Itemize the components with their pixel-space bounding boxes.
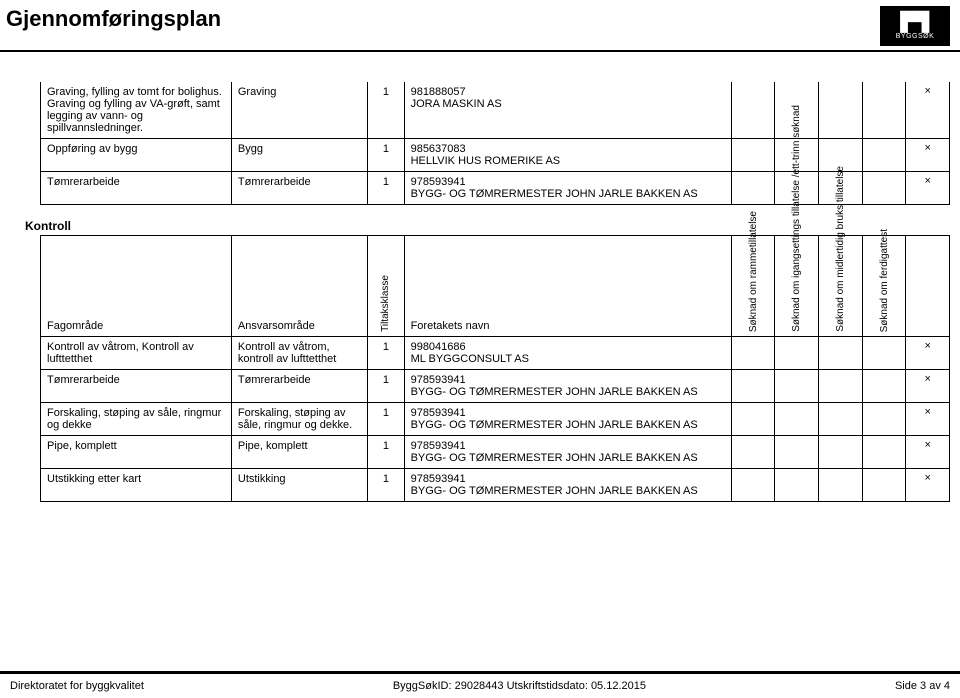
table-cell: Forskaling, støping av såle, ringmur og … [41, 403, 232, 436]
table-cell: Graving, fylling av tomt for bolighus. G… [41, 82, 232, 139]
check-cell [731, 139, 775, 172]
check-cell [819, 403, 863, 436]
check-cell [775, 370, 819, 403]
check-cell [731, 436, 775, 469]
table-cell: 1 [368, 82, 404, 139]
table-cell: Kontroll av våtrom, kontroll av lufttett… [231, 337, 367, 370]
check-cell [731, 337, 775, 370]
table-cell: Utstikking etter kart [41, 469, 232, 502]
page-header: Gjennomføringsplan ▛▜ BYGGSØK [0, 0, 960, 46]
check-cell [775, 436, 819, 469]
table-cell: 998041686 ML BYGGCONSULT AS [404, 337, 731, 370]
col-extra [906, 236, 950, 337]
col-ansvarsomrade: Ansvarsområde [231, 236, 367, 337]
check-cell: × [906, 436, 950, 469]
check-cell [862, 436, 906, 469]
table-row: Kontroll av våtrom, Kontroll av lufttett… [41, 337, 950, 370]
check-cell: × [906, 370, 950, 403]
table-cell: 985637083 HELLVIK HUS ROMERIKE AS [404, 139, 731, 172]
page-title: Gjennomføringsplan [6, 6, 221, 32]
check-cell [775, 403, 819, 436]
check-cell [775, 469, 819, 502]
col-igangsetting: Søknad om igangsettings tillatelse /ett-… [775, 236, 819, 337]
check-cell [819, 469, 863, 502]
col-ferdigattest: Søknad om ferdigattest [862, 236, 906, 337]
table-cell: Utstikking [231, 469, 367, 502]
check-cell [862, 139, 906, 172]
page-footer: Direktoratet for byggkvalitet ByggSøkID:… [0, 671, 960, 698]
table-row: TømrerarbeideTømrerarbeide1978593941 BYG… [41, 172, 950, 205]
check-cell: × [906, 403, 950, 436]
table-cell: 1 [368, 172, 404, 205]
col-tiltaksklasse: Tiltaksklasse [368, 236, 404, 337]
table-row: Graving, fylling av tomt for bolighus. G… [41, 82, 950, 139]
logo-flag-icon: ▛▜ [901, 13, 930, 31]
check-cell [862, 403, 906, 436]
col-fagomrade: Fagområde [41, 236, 232, 337]
control-header-row: Fagområde Ansvarsområde Tiltaksklasse Fo… [41, 236, 950, 337]
table-cell: 978593941 BYGG- OG TØMRERMESTER JOHN JAR… [404, 436, 731, 469]
logo-text: BYGGSØK [896, 33, 935, 40]
col-ramme: Søknad om rammetillatelse [731, 236, 775, 337]
table-cell: Tømrerarbeide [231, 370, 367, 403]
table-cell: Tømrerarbeide [41, 370, 232, 403]
col-foretakets-navn: Foretakets navn [404, 236, 731, 337]
check-cell [819, 436, 863, 469]
table-cell: 978593941 BYGG- OG TØMRERMESTER JOHN JAR… [404, 172, 731, 205]
check-cell [862, 82, 906, 139]
check-cell [862, 172, 906, 205]
logo: ▛▜ BYGGSØK [880, 6, 950, 46]
check-cell [731, 403, 775, 436]
check-cell [862, 370, 906, 403]
footer-center: ByggSøkID: 29028443 Utskriftstidsdato: 0… [393, 680, 646, 692]
check-cell [731, 172, 775, 205]
check-cell: × [906, 337, 950, 370]
col-midlertidig: Søknad om midlertidig bruks tillatelse [819, 236, 863, 337]
check-cell: × [906, 469, 950, 502]
section-kontroll-label: Kontroll [25, 219, 950, 233]
table-cell: 981888057 JORA MASKIN AS [404, 82, 731, 139]
table-cell: 1 [368, 403, 404, 436]
execution-table: Graving, fylling av tomt for bolighus. G… [40, 82, 950, 205]
table-cell: Pipe, komplett [41, 436, 232, 469]
table-cell: Oppføring av bygg [41, 139, 232, 172]
table-cell: 1 [368, 337, 404, 370]
table-cell: 978593941 BYGG- OG TØMRERMESTER JOHN JAR… [404, 370, 731, 403]
table-cell: Tømrerarbeide [41, 172, 232, 205]
check-cell: × [906, 139, 950, 172]
table-cell: 978593941 BYGG- OG TØMRERMESTER JOHN JAR… [404, 469, 731, 502]
check-cell [862, 469, 906, 502]
check-cell [731, 82, 775, 139]
check-cell [862, 337, 906, 370]
table-cell: Pipe, komplett [231, 436, 367, 469]
check-cell [819, 370, 863, 403]
check-cell [819, 82, 863, 139]
check-cell: × [906, 82, 950, 139]
check-cell [775, 337, 819, 370]
footer-right: Side 3 av 4 [895, 680, 950, 692]
table-cell: 1 [368, 370, 404, 403]
table-cell: Kontroll av våtrom, Kontroll av lufttett… [41, 337, 232, 370]
table-row: Oppføring av byggBygg1985637083 HELLVIK … [41, 139, 950, 172]
check-cell [731, 370, 775, 403]
table-row: Pipe, komplettPipe, komplett1978593941 B… [41, 436, 950, 469]
table-cell: 1 [368, 436, 404, 469]
table-cell: Bygg [231, 139, 367, 172]
table-cell: Graving [231, 82, 367, 139]
table-cell: Forskaling, støping av såle, ringmur og … [231, 403, 367, 436]
table-cell: 1 [368, 139, 404, 172]
table-row: TømrerarbeideTømrerarbeide1978593941 BYG… [41, 370, 950, 403]
table-cell: 1 [368, 469, 404, 502]
control-table: Fagområde Ansvarsområde Tiltaksklasse Fo… [40, 235, 950, 502]
table-cell: Tømrerarbeide [231, 172, 367, 205]
table-row: Utstikking etter kartUtstikking197859394… [41, 469, 950, 502]
check-cell [819, 337, 863, 370]
footer-left: Direktoratet for byggkvalitet [10, 680, 144, 692]
table-row: Forskaling, støping av såle, ringmur og … [41, 403, 950, 436]
check-cell: × [906, 172, 950, 205]
table-cell: 978593941 BYGG- OG TØMRERMESTER JOHN JAR… [404, 403, 731, 436]
check-cell [731, 469, 775, 502]
